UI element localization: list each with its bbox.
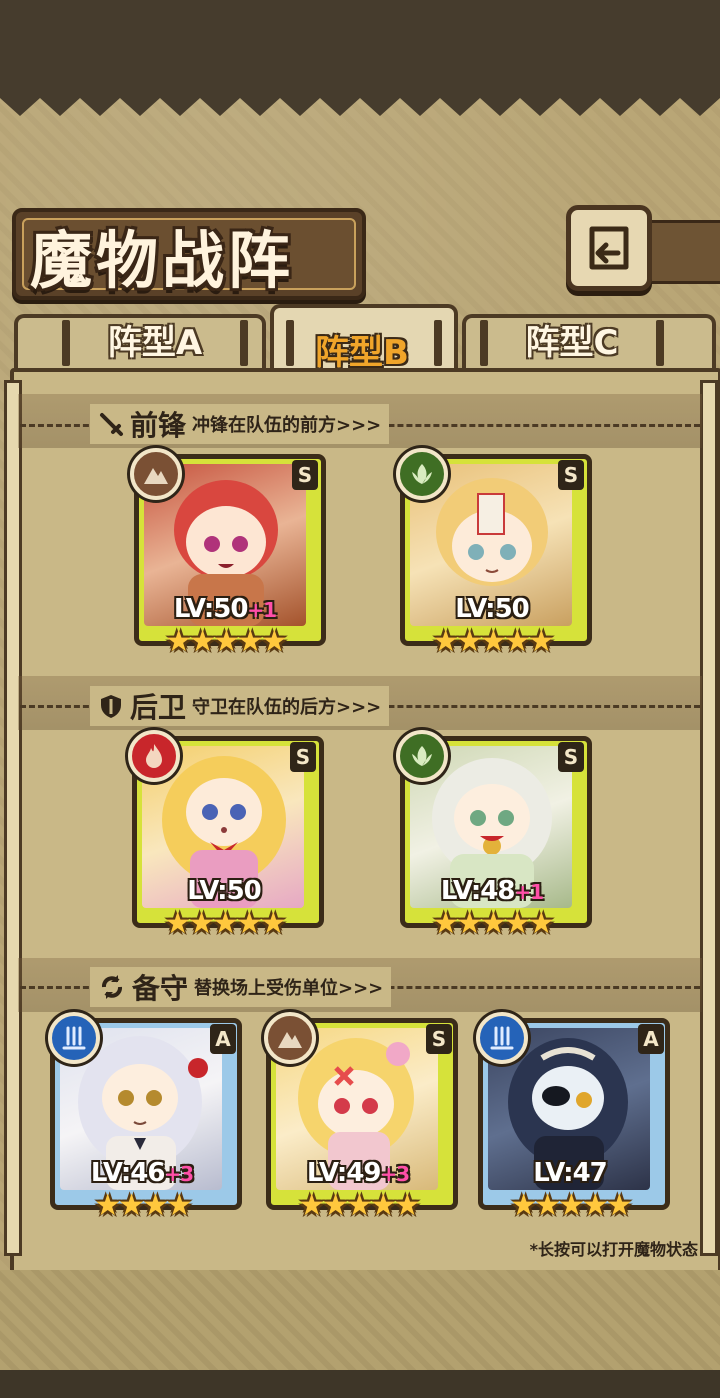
tab-post: [656, 320, 664, 366]
level-label: LV:50: [187, 876, 262, 906]
tab-post: [62, 320, 70, 366]
wind-element-icon: [396, 448, 448, 500]
section-front-header: 前锋 冲锋在队伍的前方>>>: [90, 404, 390, 444]
water-element-icon: [48, 1012, 100, 1064]
page-title: 魔物战阵: [30, 224, 295, 297]
tab-label: 阵型A: [107, 322, 203, 363]
bottom-bar: [0, 1370, 720, 1398]
tab-label: 阵型B: [315, 332, 409, 373]
panel-left-rail: [4, 380, 22, 1256]
top-strip: [0, 0, 720, 96]
tab-formation-a[interactable]: 阵型A: [70, 308, 240, 370]
level-label: LV:50: [455, 594, 530, 624]
star-rating: ★★★★★: [510, 1188, 632, 1223]
wind-element-icon: [396, 730, 448, 782]
level-label: LV:47: [533, 1158, 608, 1188]
rank-badge: S: [292, 460, 318, 490]
tab-post: [240, 320, 248, 366]
rank-badge: S: [290, 742, 316, 772]
section-title: 备守: [132, 972, 189, 1005]
star-rating: ★★★★★: [164, 906, 286, 941]
star-rating: ★★★★★: [165, 624, 287, 659]
torn-edge: [0, 86, 720, 116]
level-label: LV:48+1: [440, 876, 544, 906]
level-label: LV:50+1: [173, 594, 277, 624]
monster-card[interactable]: S LV:49+3 ★★★★★: [260, 1012, 458, 1224]
star-rating: ★★★★★: [432, 624, 554, 659]
monster-card[interactable]: S LV:50 ★★★★★: [396, 448, 592, 660]
monster-card[interactable]: S LV:50 ★★★★★: [128, 730, 324, 942]
rank-badge: S: [558, 742, 584, 772]
section-description: 替换场上受伤单位>>>: [194, 978, 384, 999]
monster-card[interactable]: A LV:46+3 ★★★★: [44, 1012, 242, 1224]
section-description: 守卫在队伍的后方>>>: [192, 697, 382, 718]
level-label: LV:49+3: [306, 1158, 410, 1188]
tab-post: [480, 320, 488, 366]
section-description: 冲锋在队伍的前方>>>: [192, 415, 382, 436]
fire-element-icon: [128, 730, 180, 782]
monster-card[interactable]: A LV:47 ★★★★★: [472, 1012, 670, 1224]
star-rating: ★★★★★: [298, 1188, 420, 1223]
swap-arrows-icon: [102, 975, 122, 999]
section-back-header: 后卫 守卫在队伍的后方>>>: [90, 686, 390, 726]
sword-icon: [100, 413, 123, 436]
rank-badge: S: [426, 1024, 452, 1054]
water-element-icon: [476, 1012, 528, 1064]
earth-element-icon: [264, 1012, 316, 1064]
shield-icon: [101, 695, 121, 718]
section-reserve-header: 备守 替换场上受伤单位>>>: [90, 967, 392, 1007]
monster-card[interactable]: S LV:48+1 ★★★★★: [396, 730, 592, 942]
tab-formation-c[interactable]: 阵型C: [488, 308, 656, 370]
section-title: 后卫: [130, 691, 187, 724]
star-rating: ★★★★★: [432, 906, 554, 941]
tab-post: [434, 320, 442, 366]
earth-element-icon: [130, 448, 182, 500]
rank-badge: S: [558, 460, 584, 490]
monster-card[interactable]: S LV:50+1 ★★★★★: [130, 448, 326, 660]
rank-badge: A: [638, 1024, 664, 1054]
back-button[interactable]: [566, 205, 652, 291]
rank-badge: A: [210, 1024, 236, 1054]
panel-right-rail: [700, 380, 718, 1256]
tab-label: 阵型C: [525, 322, 619, 363]
long-press-hint: *长按可以打开魔物状态: [529, 1240, 698, 1259]
section-title: 前锋: [130, 409, 187, 442]
level-label: LV:46+3: [90, 1158, 194, 1188]
return-arrow-icon: [589, 226, 629, 270]
star-rating: ★★★★: [94, 1188, 193, 1223]
